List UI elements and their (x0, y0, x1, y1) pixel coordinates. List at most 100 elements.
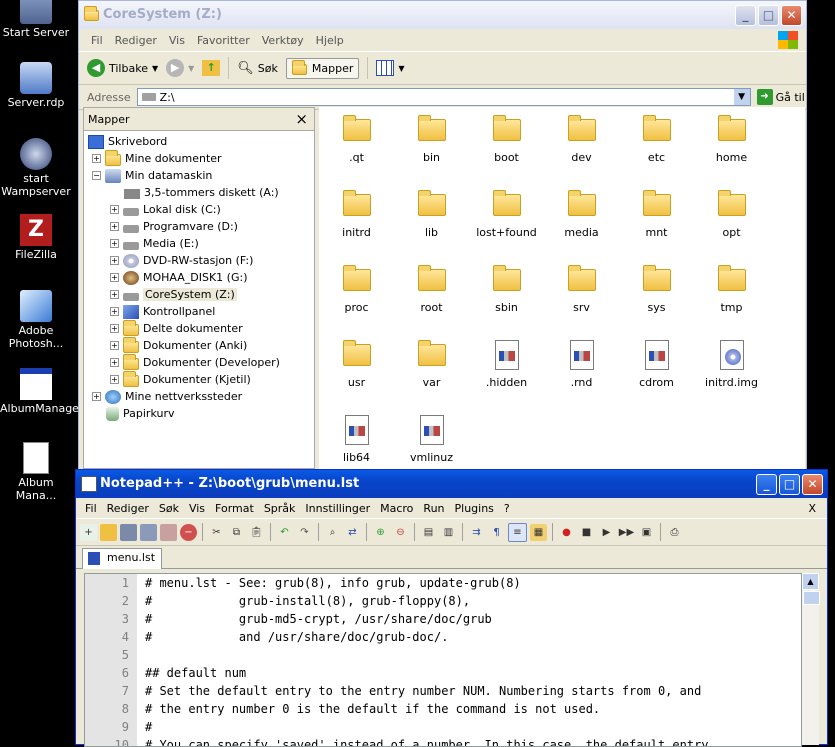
save-macro-icon[interactable]: ▣ (638, 524, 655, 541)
scroll-thumb[interactable] (803, 591, 820, 605)
file-item[interactable]: .qt (319, 113, 394, 164)
tree-item-lokal-disk[interactable]: + Lokal disk (C:) (110, 201, 221, 218)
file-item[interactable]: root (394, 263, 469, 314)
record-macro-icon[interactable]: ● (558, 524, 575, 541)
file-item[interactable]: bin (394, 113, 469, 164)
menu-run[interactable]: Run (418, 502, 449, 515)
expand-icon[interactable]: + (110, 273, 119, 282)
close-button[interactable]: ✕ (781, 5, 802, 26)
save-all-icon[interactable] (140, 523, 157, 541)
indent-guide-icon[interactable]: ≡ (508, 522, 527, 542)
expand-icon[interactable]: + (110, 222, 119, 231)
menu-fil[interactable]: Fil (85, 34, 109, 47)
stop-macro-icon[interactable]: ■ (578, 524, 595, 541)
go-button[interactable]: ➜ Gå til (756, 89, 805, 105)
tree-item-nettverk[interactable]: + Mine nettverkssteder (92, 388, 242, 405)
desktop-icon-albummanager[interactable]: AlbumManager (0, 368, 83, 415)
menu-vis[interactable]: Vis (184, 502, 210, 515)
tree-item-programvare[interactable]: + Programvare (D:) (110, 218, 238, 235)
tree-item-media[interactable]: + Media (E:) (110, 235, 199, 252)
tree-item-mohaa[interactable]: + MOHAA_DISK1 (G:) (110, 269, 248, 286)
expand-icon[interactable]: + (92, 154, 101, 163)
tree-item-delte-dokumenter[interactable]: + Delte dokumenter (110, 319, 243, 337)
file-item[interactable]: tmp (694, 263, 769, 314)
file-item[interactable]: boot (469, 113, 544, 164)
file-item[interactable]: usr (319, 338, 394, 389)
explorer-titlebar[interactable]: CoreSystem (Z:) _ □ ✕ (79, 1, 806, 29)
search-button[interactable]: 🔍︎ Søk (237, 61, 278, 76)
zoom-out-icon[interactable]: ⊖ (392, 524, 409, 541)
save-icon[interactable] (120, 523, 137, 541)
minimize-button[interactable]: _ (735, 5, 756, 26)
tree-item-papirkurv[interactable]: Papirkurv (106, 405, 174, 422)
folders-button[interactable]: Mapper (285, 57, 360, 79)
file-item[interactable]: etc (619, 113, 694, 164)
sync-vertical-icon[interactable]: ▤ (420, 524, 437, 541)
file-item[interactable]: lost+found (469, 188, 544, 239)
file-item[interactable]: sys (619, 263, 694, 314)
menu-verktoy[interactable]: Verktøy (256, 34, 310, 47)
expand-icon[interactable]: + (110, 324, 119, 333)
show-all-chars-icon[interactable]: ¶ (488, 524, 505, 541)
zoom-in-icon[interactable]: ⊕ (372, 524, 389, 541)
new-file-icon[interactable]: + (80, 523, 97, 541)
menu-innstillinger[interactable]: Innstillinger (300, 502, 375, 515)
menu-help[interactable]: ? (499, 502, 515, 515)
expand-icon[interactable]: + (110, 341, 119, 350)
tree-item-dok-kjetil[interactable]: + Dokumenter (Kjetil) (110, 370, 251, 388)
expand-icon[interactable]: + (92, 392, 101, 401)
tree-item-min-datamaskin[interactable]: − Min datamaskin (92, 167, 212, 184)
menu-rediger[interactable]: Rediger (109, 34, 163, 47)
tree-item-dok-anki[interactable]: + Dokumenter (Anki) (110, 336, 247, 354)
tree-item-coresystem[interactable]: + CoreSystem (Z:) (110, 286, 237, 303)
desktop-icon-filezilla[interactable]: Z FileZilla (0, 214, 72, 261)
expand-icon[interactable]: + (110, 205, 119, 214)
scroll-up-icon[interactable]: ▲ (802, 573, 819, 590)
code-editor[interactable]: 1 # menu.lst - See: grub(8), info grub, u… (84, 573, 802, 747)
notepad-window[interactable]: Notepad++ - Z:\boot\grub\menu.lst _ □ ✕ … (75, 469, 828, 747)
views-button[interactable]: ▼ (376, 60, 405, 76)
menu-format[interactable]: Format (210, 502, 259, 515)
file-item[interactable]: var (394, 338, 469, 389)
back-button[interactable]: ◀ Tilbake ▼ (87, 59, 158, 77)
desktop-icon-server-rdp[interactable]: Server.rdp (0, 62, 72, 109)
desktop-icon-album-mana[interactable]: Album Mana... (0, 442, 72, 502)
close-document-button[interactable]: X (803, 502, 821, 515)
word-wrap-icon[interactable]: ⇉ (468, 524, 485, 541)
file-item[interactable]: initrd (319, 188, 394, 239)
menu-favoritter[interactable]: Favoritter (191, 34, 256, 47)
file-item[interactable]: cdrom (619, 338, 694, 389)
tree-item-mine-dokumenter[interactable]: + Mine dokumenter (92, 149, 222, 167)
explorer-window[interactable]: CoreSystem (Z:) _ □ ✕ Fil Rediger Vis Fa… (78, 0, 807, 470)
tree-item-floppy[interactable]: 3,5-tommers diskett (A:) (124, 184, 279, 201)
file-item[interactable]: lib (394, 188, 469, 239)
file-item[interactable]: .hidden (469, 338, 544, 389)
notepad-titlebar[interactable]: Notepad++ - Z:\boot\grub\menu.lst _ □ ✕ (76, 470, 827, 498)
file-item[interactable]: dev (544, 113, 619, 164)
menu-sprak[interactable]: Språk (259, 502, 301, 515)
menu-macro[interactable]: Macro (375, 502, 418, 515)
file-item[interactable]: srv (544, 263, 619, 314)
close-file-icon[interactable] (160, 523, 177, 541)
desktop-icon-photoshop[interactable]: Adobe Photosh... (0, 290, 72, 350)
file-item[interactable]: mnt (619, 188, 694, 239)
expand-icon[interactable]: + (110, 375, 119, 384)
open-file-icon[interactable] (100, 523, 117, 541)
file-item[interactable]: opt (694, 188, 769, 239)
maximize-button[interactable]: □ (779, 474, 800, 495)
expand-icon[interactable]: + (110, 256, 119, 265)
menu-rediger[interactable]: Rediger (102, 502, 154, 515)
desktop-icon-wampserver[interactable]: start Wampserver (0, 138, 72, 198)
play-macro-icon[interactable]: ▶ (598, 524, 615, 541)
close-button[interactable]: ✕ (802, 474, 823, 495)
menu-vis[interactable]: Vis (163, 34, 191, 47)
print-icon[interactable]: ⎙ (666, 524, 683, 541)
tree-item-dok-developer[interactable]: + Dokumenter (Developer) (110, 353, 280, 371)
desktop-icon-start-server[interactable]: Start Server (0, 0, 72, 39)
replace-icon[interactable]: ⇄ (344, 524, 361, 541)
tab-menu-lst[interactable]: menu.lst (82, 548, 163, 569)
address-dropdown-button[interactable]: ▼ (733, 89, 750, 105)
close-all-icon[interactable]: − (180, 523, 197, 541)
tree-item-kontrollpanel[interactable]: + Kontrollpanel (110, 303, 215, 320)
expand-icon[interactable]: + (110, 358, 119, 367)
